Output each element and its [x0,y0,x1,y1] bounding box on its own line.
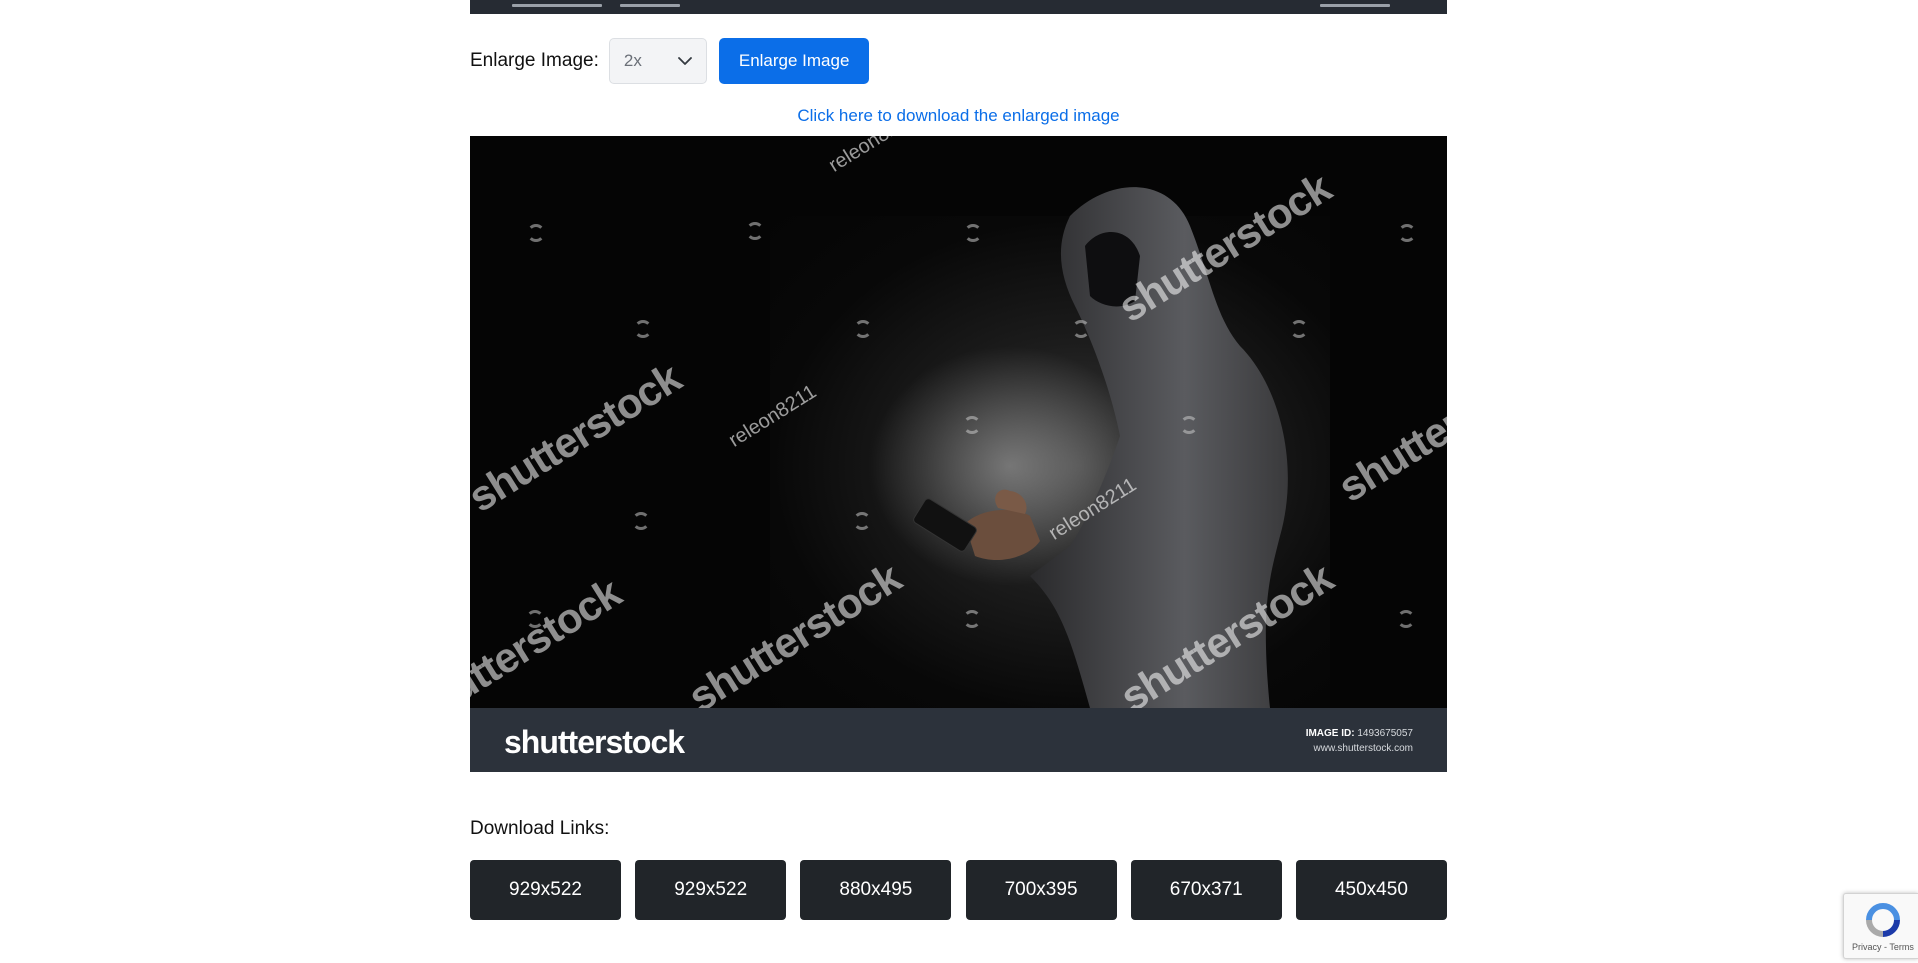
download-links-heading: Download Links: [470,818,610,839]
enlarge-image-button[interactable]: Enlarge Image [718,38,870,84]
image-footer-band: shutterstock IMAGE ID: 1493675057 www.sh… [470,708,1447,772]
image-site: www.shutterstock.com [1313,743,1413,754]
image-id-value: 1493675057 [1357,728,1413,739]
watermark-dot [632,512,650,530]
recaptcha-icon [1864,902,1902,943]
shutterstock-logo: shutterstock [504,724,685,760]
watermark-dot [527,224,545,242]
watermark-dot [1180,416,1198,434]
image-id-label: IMAGE ID: [1305,728,1355,739]
download-size-button[interactable]: 670x371 [1130,860,1282,920]
watermark-dot [1398,224,1416,242]
previous-image-footer-strip [470,0,1447,14]
download-enlarged-link[interactable]: Click here to download the enlarged imag… [470,106,1447,126]
watermark-dot [1290,320,1308,338]
enlarge-controls: Enlarge Image: 2x Enlarge Image [470,38,870,84]
watermark-dot [1397,610,1415,628]
chevron-down-icon [677,56,692,66]
download-size-button[interactable]: 700x395 [965,860,1117,920]
watermark-dot [526,610,544,628]
download-size-button[interactable]: 929x522 [635,860,787,920]
watermark-dot [964,224,982,242]
scale-select-value: 2x [623,51,642,70]
download-size-button[interactable]: 450x450 [1295,860,1447,920]
watermark-dot [746,222,764,240]
recaptcha-badge[interactable]: Privacy - Terms [1843,893,1918,959]
watermark-dot [1072,320,1090,338]
download-size-button[interactable]: 880x495 [800,860,952,920]
image-id-block: IMAGE ID: 1493675057 www.shutterstock.co… [1306,726,1413,756]
download-size-buttons: 929x522 929x522 880x495 700x395 670x371 … [470,860,1447,920]
watermark-dot [853,512,871,530]
watermark-dot [634,320,652,338]
page: Enlarge Image: 2x Enlarge Image Click he… [0,0,1918,963]
preview-image: shutterstock shutterstock shutterstock s… [470,136,1447,772]
scale-select[interactable]: 2x [608,38,707,84]
recaptcha-terms[interactable]: Privacy - Terms [1852,942,1914,952]
watermark-dot [963,610,981,628]
download-enlarged-link-text[interactable]: Click here to download the enlarged imag… [797,106,1119,125]
enlarge-label: Enlarge Image: [470,50,599,71]
watermark-dot [854,320,872,338]
watermark-dot [963,416,981,434]
download-size-button[interactable]: 929x522 [470,860,621,920]
